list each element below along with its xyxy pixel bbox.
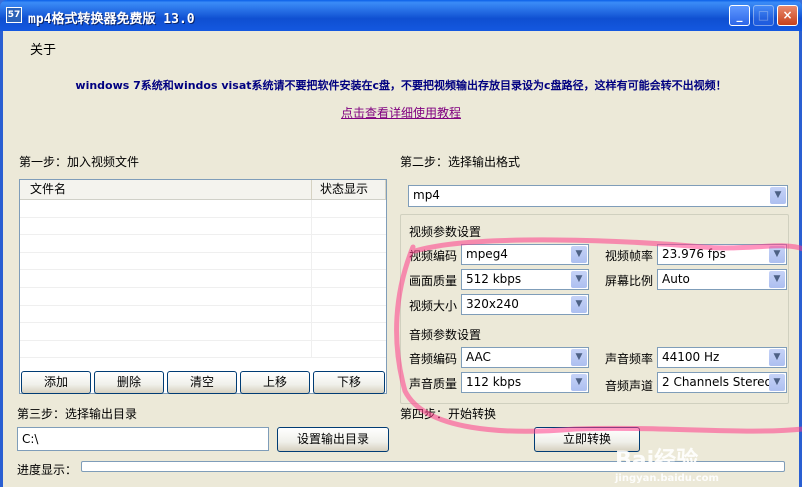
list-cell <box>20 340 312 358</box>
output-path-input[interactable]: C:\ <box>17 427 269 451</box>
chevron-down-icon[interactable]: ▼ <box>571 349 587 366</box>
watermark: Bai经验 jingyan.baidu.com <box>615 448 719 485</box>
chevron-down-icon[interactable]: ▼ <box>571 374 587 391</box>
video-codec-value: mpeg4 <box>466 247 508 261</box>
watermark-url: jingyan.baidu.com <box>615 473 719 484</box>
audio-quality-select[interactable]: 112 kbps ▼ <box>461 372 589 393</box>
list-cell <box>20 270 312 287</box>
list-cell <box>20 305 312 323</box>
audio-settings-label: 音频参数设置 <box>409 328 482 342</box>
video-size-value: 320x240 <box>466 297 519 311</box>
file-list-rows <box>20 200 386 359</box>
audio-codec-label: 音频编码 <box>409 352 458 366</box>
video-quality-value: 512 kbps <box>466 272 522 286</box>
audio-codec-select[interactable]: AAC ▼ <box>461 347 589 368</box>
list-item[interactable] <box>20 217 386 236</box>
list-item[interactable] <box>20 287 386 306</box>
chevron-down-icon[interactable]: ▼ <box>770 187 786 204</box>
list-item[interactable] <box>20 270 386 288</box>
audio-channels-label: 音频声道 <box>605 379 654 393</box>
aspect-ratio-label: 屏幕比例 <box>605 274 654 288</box>
warning-text: windows 7系统和windos visat系统请不要把软件安装在c盘，不要… <box>75 79 727 92</box>
video-codec-label: 视频编码 <box>409 249 458 263</box>
app-window: 57 mp4格式转换器免费版 13.0 _ □ × 关于 windows 7系统… <box>0 0 802 487</box>
maximize-button: □ <box>753 5 774 26</box>
audio-rate-value: 44100 Hz <box>662 350 720 364</box>
list-item[interactable] <box>20 252 386 271</box>
chevron-down-icon[interactable]: ▼ <box>571 296 587 313</box>
video-fps-label: 视频帧率 <box>605 249 654 263</box>
list-cell <box>20 217 312 235</box>
audio-codec-value: AAC <box>466 350 491 364</box>
file-list-header: 文件名 状态显示 <box>20 180 386 200</box>
list-cell <box>20 200 312 217</box>
audio-rate-select[interactable]: 44100 Hz ▼ <box>657 347 787 368</box>
video-fps-select[interactable]: 23.976 fps ▼ <box>657 244 787 265</box>
aspect-ratio-value: Auto <box>662 272 690 286</box>
list-cell <box>20 323 312 340</box>
video-quality-label: 画面质量 <box>409 274 458 288</box>
parameters-group: 视频参数设置 视频编码 mpeg4 ▼ 视频帧率 23.976 fps ▼ 画面… <box>400 214 789 404</box>
tutorial-link[interactable]: 点击查看详细使用教程 <box>3 104 799 121</box>
step4-label: 第四步：开始转换 <box>400 407 497 421</box>
list-item[interactable] <box>20 323 386 341</box>
column-filename[interactable]: 文件名 <box>20 180 312 199</box>
list-cell <box>20 235 312 252</box>
column-status[interactable]: 状态显示 <box>312 180 386 199</box>
video-settings-label: 视频参数设置 <box>409 225 482 239</box>
list-item[interactable] <box>20 305 386 324</box>
chevron-down-icon[interactable]: ▼ <box>769 374 785 391</box>
video-size-select[interactable]: 320x240 ▼ <box>461 294 589 315</box>
close-button[interactable]: × <box>777 5 798 26</box>
app-icon: 57 <box>6 7 22 23</box>
chevron-down-icon[interactable]: ▼ <box>769 349 785 366</box>
chevron-down-icon[interactable]: ▼ <box>571 271 587 288</box>
chevron-down-icon[interactable]: ▼ <box>571 246 587 263</box>
move-down-button[interactable]: 下移 <box>313 371 385 394</box>
format-select[interactable]: mp4 ▼ <box>408 185 788 207</box>
set-output-dir-button[interactable]: 设置输出目录 <box>277 427 389 452</box>
video-fps-value: 23.976 fps <box>662 247 726 261</box>
list-item[interactable] <box>20 340 386 359</box>
delete-button[interactable]: 删除 <box>94 371 164 394</box>
chevron-down-icon[interactable]: ▼ <box>769 271 785 288</box>
list-item[interactable] <box>20 235 386 253</box>
client-area: 关于 windows 7系统和windos visat系统请不要把软件安装在c盘… <box>3 31 802 487</box>
window-title: mp4格式转换器免费版 13.0 <box>28 12 195 27</box>
step1-label: 第一步：加入视频文件 <box>19 155 140 169</box>
video-size-label: 视频大小 <box>409 299 458 313</box>
chevron-down-icon[interactable]: ▼ <box>769 246 785 263</box>
format-value: mp4 <box>413 188 440 202</box>
audio-quality-value: 112 kbps <box>466 375 522 389</box>
audio-quality-label: 声音质量 <box>409 377 458 391</box>
audio-channels-value: 2 Channels Stereo <box>662 375 772 389</box>
audio-channels-select[interactable]: 2 Channels Stereo ▼ <box>657 372 787 393</box>
list-cell <box>20 252 312 270</box>
list-item[interactable] <box>20 200 386 218</box>
aspect-ratio-select[interactable]: Auto ▼ <box>657 269 787 290</box>
audio-rate-label: 声音频率 <box>605 352 654 366</box>
step2-label: 第二步：选择输出格式 <box>400 155 521 169</box>
step3-label: 第三步：选择输出目录 <box>17 407 138 421</box>
watermark-brand: Bai经验 <box>615 448 699 473</box>
progress-label: 进度显示： <box>17 463 78 477</box>
title-bar[interactable]: 57 mp4格式转换器免费版 13.0 _ □ × <box>0 0 802 31</box>
file-list[interactable]: 文件名 状态显示 <box>19 179 387 394</box>
add-button[interactable]: 添加 <box>21 371 91 394</box>
video-codec-select[interactable]: mpeg4 ▼ <box>461 244 589 265</box>
minimize-button[interactable]: _ <box>729 5 750 26</box>
about-menu[interactable]: 关于 <box>30 39 56 58</box>
clear-button[interactable]: 清空 <box>167 371 237 394</box>
move-up-button[interactable]: 上移 <box>240 371 310 394</box>
video-quality-select[interactable]: 512 kbps ▼ <box>461 269 589 290</box>
list-cell <box>20 287 312 305</box>
